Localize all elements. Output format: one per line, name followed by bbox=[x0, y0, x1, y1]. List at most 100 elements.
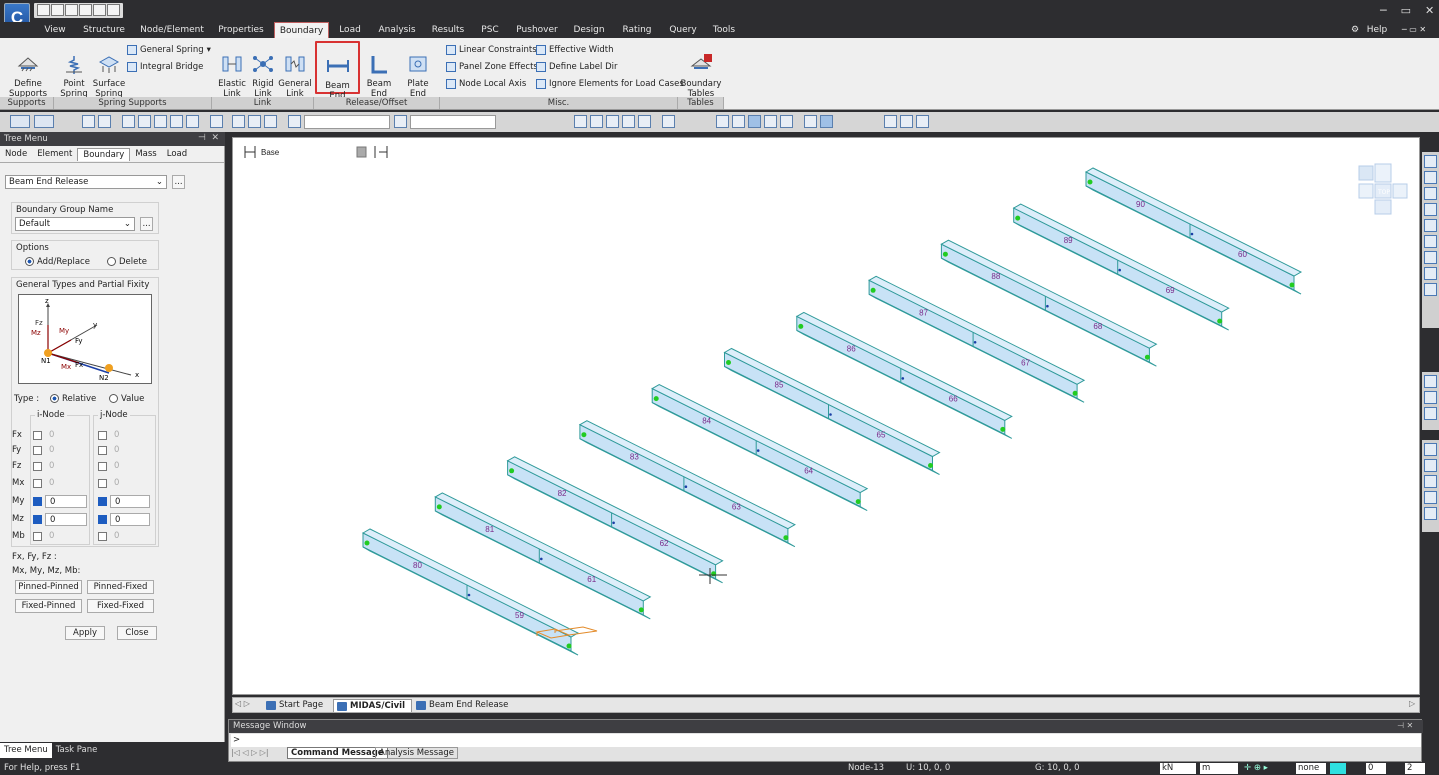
jnode-fx-checkbox[interactable] bbox=[98, 431, 107, 440]
base-dropdown[interactable] bbox=[356, 146, 367, 158]
selection-dropdown[interactable] bbox=[304, 115, 390, 129]
view-icon[interactable] bbox=[606, 115, 619, 128]
child-window-controls[interactable]: ─ ▭ ✕ bbox=[1394, 22, 1434, 38]
message-pin-close[interactable]: ⊣ ✕ bbox=[1397, 721, 1413, 730]
point-spring-button[interactable]: Point Spring bbox=[56, 44, 92, 99]
inode-fx-value[interactable]: 0 bbox=[45, 429, 87, 442]
inode-my-value[interactable]: 0 bbox=[45, 495, 87, 508]
tab-task-pane[interactable]: Task Pane bbox=[52, 743, 102, 758]
jnode-fx-value[interactable]: 0 bbox=[110, 429, 150, 442]
beam-end-release-button[interactable]: Beam End Release bbox=[315, 41, 360, 111]
zoom-fit-icon[interactable] bbox=[1424, 459, 1437, 472]
linear-constraints-button[interactable]: Linear Constraints bbox=[446, 45, 537, 55]
menu-rating[interactable]: Rating bbox=[616, 22, 658, 38]
jnode-mb-value[interactable]: 0 bbox=[110, 530, 150, 543]
activate-icon[interactable] bbox=[264, 115, 277, 128]
none-select[interactable]: none bbox=[1296, 763, 1326, 774]
tab-load[interactable]: Load bbox=[162, 148, 192, 161]
settings-icon[interactable]: ⚙ bbox=[1346, 22, 1364, 38]
tool-icon[interactable] bbox=[1424, 187, 1437, 200]
inode-fz-checkbox[interactable] bbox=[33, 462, 42, 471]
zoom-out-icon[interactable] bbox=[1424, 491, 1437, 504]
inode-fz-value[interactable]: 0 bbox=[45, 460, 87, 473]
view-icon[interactable] bbox=[622, 115, 635, 128]
menu-load[interactable]: Load bbox=[334, 22, 366, 38]
inode-fy-value[interactable]: 0 bbox=[45, 444, 87, 457]
new-icon[interactable] bbox=[37, 4, 50, 16]
save-icon[interactable] bbox=[79, 4, 92, 16]
inode-fx-checkbox[interactable] bbox=[33, 431, 42, 440]
jnode-mx-checkbox[interactable] bbox=[98, 479, 107, 488]
side-view-icon[interactable] bbox=[780, 115, 793, 128]
select-window-icon[interactable] bbox=[138, 115, 151, 128]
jnode-mx-value[interactable]: 0 bbox=[110, 477, 150, 490]
jnode-fy-value[interactable]: 0 bbox=[110, 444, 150, 457]
node-local-axis-button[interactable]: Node Local Axis bbox=[446, 79, 526, 89]
print-icon[interactable] bbox=[107, 4, 120, 16]
tab-start-page[interactable]: Start Page bbox=[263, 699, 329, 712]
effective-width-button[interactable]: Effective Width bbox=[536, 45, 613, 55]
pinned-pinned-button[interactable]: Pinned-Pinned bbox=[15, 580, 82, 594]
tab-scroll-arrows[interactable]: ◁ ▷ bbox=[235, 699, 250, 708]
select-icon[interactable] bbox=[122, 115, 135, 128]
model-viewport[interactable]: Base 80 59 81 61 82 62 83 63 84 64 85 65 86 66 87 67 88 6… bbox=[232, 137, 1420, 695]
inode-fy-checkbox[interactable] bbox=[33, 446, 42, 455]
open-folder-icon[interactable] bbox=[65, 4, 78, 16]
pointer-icon[interactable] bbox=[288, 115, 301, 128]
function-select[interactable]: Beam End Release ⌄ bbox=[5, 175, 167, 189]
menu-properties[interactable]: Properties bbox=[212, 22, 270, 38]
type-value-radio[interactable]: Value bbox=[109, 394, 144, 404]
jnode-mz-value[interactable]: 0 bbox=[110, 513, 150, 526]
tab-element[interactable]: Element bbox=[32, 148, 77, 161]
menu-pushover[interactable]: Pushover bbox=[512, 22, 562, 38]
tool-icon[interactable] bbox=[1424, 155, 1437, 168]
tab-mass[interactable]: Mass bbox=[130, 148, 161, 161]
tab-midas-civil[interactable]: MIDAS/Civil bbox=[333, 699, 413, 712]
tab-command-message[interactable]: Command Message bbox=[287, 747, 388, 759]
menu-analysis[interactable]: Analysis bbox=[373, 22, 421, 38]
view-cube[interactable]: TOP bbox=[1358, 163, 1408, 215]
select-polygon-icon[interactable] bbox=[154, 115, 167, 128]
fixed-pinned-button[interactable]: Fixed-Pinned bbox=[15, 599, 82, 613]
inode-mx-value[interactable]: 0 bbox=[45, 477, 87, 490]
open-icon[interactable] bbox=[51, 4, 64, 16]
zoom-fit-icon[interactable] bbox=[716, 115, 729, 128]
close-icon[interactable]: ✕ bbox=[1425, 4, 1434, 17]
rotate-icon[interactable] bbox=[1424, 391, 1437, 404]
delete-radio[interactable]: Delete bbox=[107, 257, 147, 267]
menu-query[interactable]: Query bbox=[664, 22, 702, 38]
unit-length-select[interactable]: m bbox=[1200, 763, 1238, 774]
jnode-mz-checkbox[interactable] bbox=[98, 515, 107, 524]
jnode-fz-checkbox[interactable] bbox=[98, 462, 107, 471]
menu-psc[interactable]: PSC bbox=[476, 22, 504, 38]
tool-icon[interactable] bbox=[210, 115, 223, 128]
elastic-link-button[interactable]: Elastic Link bbox=[214, 44, 250, 99]
zoom-extent-icon[interactable] bbox=[1424, 507, 1437, 520]
rigid-link-button[interactable]: Rigid Link bbox=[250, 44, 276, 99]
inode-mz-value[interactable]: 0 bbox=[45, 513, 87, 526]
maximize-icon[interactable]: ▭ bbox=[1401, 4, 1411, 17]
jnode-fz-value[interactable]: 0 bbox=[110, 460, 150, 473]
tab-tree-menu[interactable]: Tree Menu bbox=[0, 743, 52, 758]
activate-icon[interactable] bbox=[232, 115, 245, 128]
jnode-my-value[interactable]: 0 bbox=[110, 495, 150, 508]
view-icon[interactable] bbox=[574, 115, 587, 128]
zoom-icon[interactable] bbox=[732, 115, 745, 128]
tool-icon[interactable] bbox=[1424, 267, 1437, 280]
zoom-in-icon[interactable] bbox=[1424, 475, 1437, 488]
panel-pin-close[interactable]: ⊣ ✕ bbox=[198, 133, 219, 143]
define-label-dir-button[interactable]: Define Label Dir bbox=[536, 62, 617, 72]
view-icon[interactable] bbox=[590, 115, 603, 128]
jnode-fy-checkbox[interactable] bbox=[98, 446, 107, 455]
boundary-tables-button[interactable]: Boundary Tables bbox=[680, 44, 722, 99]
tool-icon[interactable] bbox=[1424, 171, 1437, 184]
menu-results[interactable]: Results bbox=[426, 22, 470, 38]
front-view-icon[interactable] bbox=[764, 115, 777, 128]
tool-icon[interactable] bbox=[1424, 203, 1437, 216]
color-swatch[interactable] bbox=[1330, 763, 1346, 774]
menu-boundary[interactable]: Boundary bbox=[274, 22, 329, 38]
panel-zone-effects-button[interactable]: Panel Zone Effects bbox=[446, 62, 538, 72]
ignore-elements-button[interactable]: Ignore Elements for Load Cases bbox=[536, 79, 684, 89]
node-number-icon[interactable] bbox=[804, 115, 817, 128]
fixed-fixed-button[interactable]: Fixed-Fixed bbox=[87, 599, 154, 613]
